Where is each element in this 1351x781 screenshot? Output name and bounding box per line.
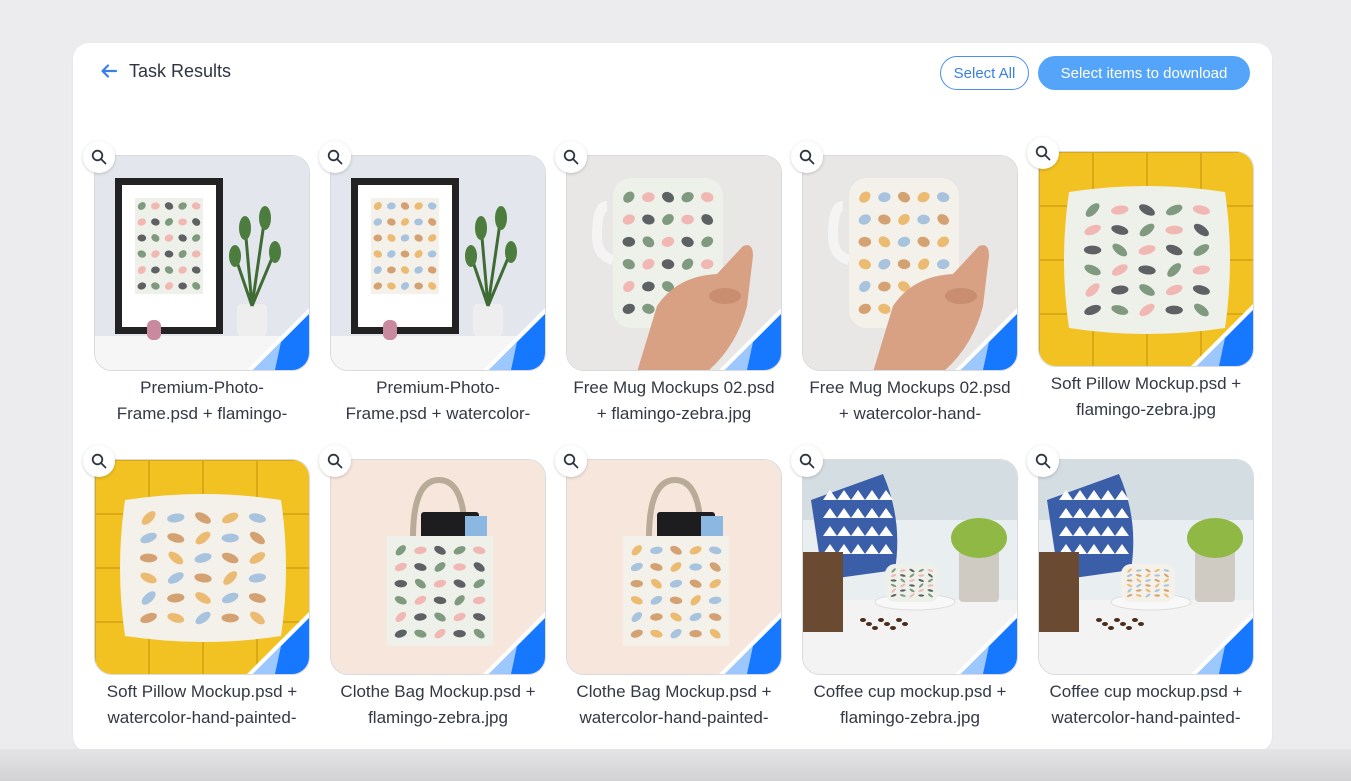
- page-curl-icon: [955, 308, 1017, 370]
- result-caption: Soft Pillow Mockup.psd + watercolor-hand-…: [73, 679, 331, 731]
- result-thumbnail[interactable]: [1038, 151, 1254, 367]
- caption-line-1: Premium-Photo-: [140, 378, 264, 397]
- page-curl-icon: [719, 612, 781, 674]
- page-curl-icon: [247, 612, 309, 674]
- caption-line-2: watercolor-hand-painted-: [579, 708, 769, 727]
- result-thumbnail[interactable]: [566, 459, 782, 675]
- caption-line-1: Coffee cup mockup.psd +: [1049, 682, 1243, 701]
- arrow-left-icon: [99, 61, 119, 81]
- zoom-icon[interactable]: [791, 445, 823, 477]
- zoom-icon[interactable]: [555, 445, 587, 477]
- task-results-panel: Task Results Select All Select items to …: [73, 43, 1272, 752]
- result-thumbnail[interactable]: [330, 459, 546, 675]
- caption-line-2: flamingo-zebra.jpg: [840, 708, 980, 727]
- result-caption: Coffee cup mockup.psd + flamingo-zebra.jp…: [781, 679, 1039, 731]
- result-thumbnail[interactable]: [330, 155, 546, 371]
- zoom-icon[interactable]: [319, 445, 351, 477]
- result-caption: Free Mug Mockups 02.psd + flamingo-zebra.…: [545, 375, 803, 427]
- result-caption: Coffee cup mockup.psd + watercolor-hand-p…: [1017, 679, 1275, 731]
- zoom-icon[interactable]: [319, 141, 351, 173]
- zoom-icon[interactable]: [791, 141, 823, 173]
- zoom-icon[interactable]: [83, 445, 115, 477]
- page-curl-icon: [955, 612, 1017, 674]
- result-thumbnail[interactable]: [566, 155, 782, 371]
- bottom-bar: [0, 749, 1351, 781]
- caption-line-1: Soft Pillow Mockup.psd +: [1050, 374, 1242, 393]
- caption-line-2: + watercolor-hand-: [838, 404, 982, 423]
- select-all-button[interactable]: Select All: [940, 56, 1029, 90]
- page-curl-icon: [247, 308, 309, 370]
- back-button[interactable]: Task Results: [99, 59, 231, 83]
- caption-line-1: Premium-Photo-: [376, 378, 500, 397]
- page-curl-icon: [719, 308, 781, 370]
- result-caption: Free Mug Mockups 02.psd + watercolor-hand…: [781, 375, 1039, 427]
- zoom-icon[interactable]: [1027, 445, 1059, 477]
- caption-line-1: Free Mug Mockups 02.psd: [809, 378, 1011, 397]
- result-caption: Premium-Photo- Frame.psd + watercolor-: [309, 375, 567, 427]
- result-thumbnail[interactable]: [802, 459, 1018, 675]
- caption-line-2: flamingo-zebra.jpg: [1076, 400, 1216, 419]
- download-selected-button[interactable]: Select items to download: [1038, 56, 1250, 90]
- zoom-icon[interactable]: [1027, 137, 1059, 169]
- caption-line-1: Coffee cup mockup.psd +: [813, 682, 1007, 701]
- result-thumbnail[interactable]: [1038, 459, 1254, 675]
- caption-line-1: Soft Pillow Mockup.psd +: [106, 682, 298, 701]
- result-thumbnail[interactable]: [802, 155, 1018, 371]
- result-caption: Clothe Bag Mockup.psd + watercolor-hand-p…: [545, 679, 803, 731]
- result-thumbnail[interactable]: [94, 459, 310, 675]
- caption-line-2: watercolor-hand-painted-: [1051, 708, 1241, 727]
- result-caption: Premium-Photo- Frame.psd + flamingo-: [73, 375, 331, 427]
- page-curl-icon: [483, 308, 545, 370]
- caption-line-1: Free Mug Mockups 02.psd: [573, 378, 775, 397]
- result-caption: Clothe Bag Mockup.psd + flamingo-zebra.jp…: [309, 679, 567, 731]
- page-curl-icon: [1191, 612, 1253, 674]
- zoom-icon[interactable]: [83, 141, 115, 173]
- page-curl-icon: [1191, 304, 1253, 366]
- caption-line-2: Frame.psd + watercolor-: [345, 404, 531, 423]
- caption-line-2: + flamingo-zebra.jpg: [596, 404, 752, 423]
- result-thumbnail[interactable]: [94, 155, 310, 371]
- zoom-icon[interactable]: [555, 141, 587, 173]
- page-title: Task Results: [129, 60, 232, 81]
- result-caption: Soft Pillow Mockup.psd + flamingo-zebra.j…: [1017, 371, 1275, 423]
- caption-line-1: Clothe Bag Mockup.psd +: [576, 682, 772, 701]
- caption-line-1: Clothe Bag Mockup.psd +: [340, 682, 536, 701]
- caption-line-2: flamingo-zebra.jpg: [368, 708, 508, 727]
- caption-line-2: watercolor-hand-painted-: [107, 708, 297, 727]
- page-curl-icon: [483, 612, 545, 674]
- caption-line-2: Frame.psd + flamingo-: [116, 404, 288, 423]
